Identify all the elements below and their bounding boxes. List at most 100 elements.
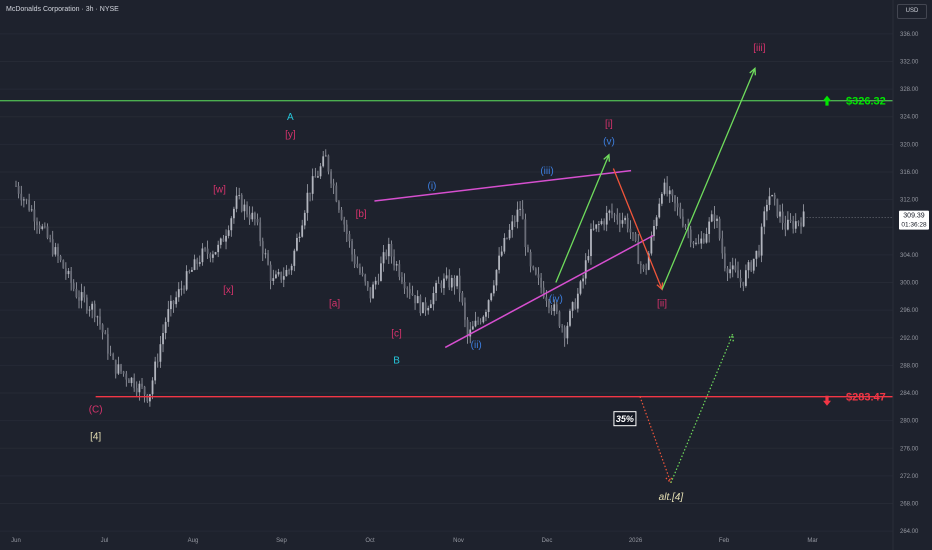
candle-body (393, 256, 395, 266)
wave-label: [a] (329, 299, 340, 310)
green-projection-line (670, 334, 734, 484)
candle-body (345, 224, 348, 235)
candle-body (660, 193, 663, 204)
candle-body (67, 270, 70, 275)
candle-body (377, 280, 380, 282)
candle-body (122, 371, 125, 374)
candle-body (193, 259, 196, 270)
price-tick-label: 280.00 (900, 419, 919, 425)
candle-body (109, 353, 112, 355)
candle-body (280, 271, 283, 280)
candle-body (38, 225, 41, 229)
candle-body (666, 182, 669, 195)
candle-body (172, 300, 175, 305)
time-tick-label: Sep (276, 538, 287, 544)
candle-body (595, 224, 598, 229)
candle-body (435, 283, 437, 293)
candle-body (663, 182, 666, 194)
time-tick-label: Jun (11, 538, 21, 544)
candle-body (763, 211, 766, 227)
wave-label: [i] (605, 119, 613, 130)
price-chart[interactable]: $326.32 $283.47 A [y] [w] [x] [a] [b] [c] B (C) [4]… (0, 0, 932, 550)
candle-body (51, 239, 54, 255)
candle-body (219, 238, 222, 245)
candle-body (590, 229, 592, 257)
candle-body (62, 260, 65, 269)
time-tick-label: Oct (365, 538, 375, 544)
candle-body (290, 265, 293, 271)
candle-body (238, 195, 241, 196)
candle-body (498, 255, 500, 270)
candle-body (390, 243, 393, 257)
candle-body (314, 176, 317, 178)
candle-body (348, 234, 351, 242)
candle-body (621, 220, 624, 224)
candle-body (695, 242, 697, 244)
candle-body (739, 278, 742, 282)
candle-body (471, 326, 474, 330)
wave-label: (C) (89, 404, 103, 415)
candle-body (164, 321, 167, 334)
candle-body (233, 208, 235, 219)
candle-body (282, 276, 285, 280)
candle-body (15, 185, 17, 187)
candle-body (117, 364, 120, 374)
currency-button[interactable]: USD (897, 4, 927, 19)
candle-body (419, 296, 422, 314)
candle-body (579, 281, 582, 294)
up-arrow-icon (822, 95, 831, 106)
candle-body (306, 192, 309, 213)
candle-body (466, 319, 469, 337)
candle-body (540, 277, 542, 288)
candle-body (209, 253, 212, 258)
candle-body (80, 292, 83, 301)
price-tick-label: 328.00 (900, 87, 919, 93)
candle-body (506, 238, 508, 239)
candle-body (731, 265, 734, 270)
candle-body (159, 344, 162, 362)
time-axis: Jun Jul Aug Sep Oct Nov Dec 2026 Feb Mar (11, 538, 818, 544)
candle-body (626, 217, 629, 229)
price-tick-label: 268.00 (900, 502, 919, 508)
candle-body (794, 221, 797, 229)
candle-body (755, 250, 758, 259)
candle-body (432, 292, 435, 305)
candle-body (597, 224, 600, 225)
candle-body (532, 266, 535, 269)
candle-body (332, 183, 335, 186)
candle-body (760, 226, 763, 256)
candle-body (618, 219, 621, 224)
candle-body (408, 289, 411, 294)
candle-body (185, 271, 188, 290)
candle-body (692, 242, 695, 244)
wave-label: [iii] (753, 43, 765, 54)
candle-body (576, 293, 579, 309)
candle-body (217, 244, 220, 253)
candle-body (453, 277, 456, 287)
candle-body (33, 209, 36, 222)
price-tick-label: 320.00 (900, 142, 919, 148)
candle-body (789, 219, 792, 222)
price-tick-label: 316.00 (900, 170, 919, 176)
time-tick-label: Dec (542, 538, 553, 544)
candle-body (411, 293, 414, 296)
wave-label: (iv) (549, 294, 563, 305)
candle-body (99, 316, 101, 325)
candle-body (668, 190, 671, 195)
candle-body (374, 280, 377, 285)
candle-body (768, 196, 771, 205)
candle-body (729, 269, 732, 274)
candle-body (550, 307, 553, 312)
candle-body (800, 222, 802, 227)
candle-body (600, 221, 603, 225)
candle-body (125, 373, 128, 380)
candle-body (603, 221, 606, 225)
candle-body (88, 309, 91, 311)
candle-body (275, 274, 277, 279)
candle-body (264, 253, 267, 255)
candle-body (204, 248, 206, 250)
candle-body (524, 219, 527, 248)
price-tick-label: 284.00 (900, 391, 919, 397)
candle-body (356, 264, 359, 268)
candle-body (613, 214, 616, 216)
